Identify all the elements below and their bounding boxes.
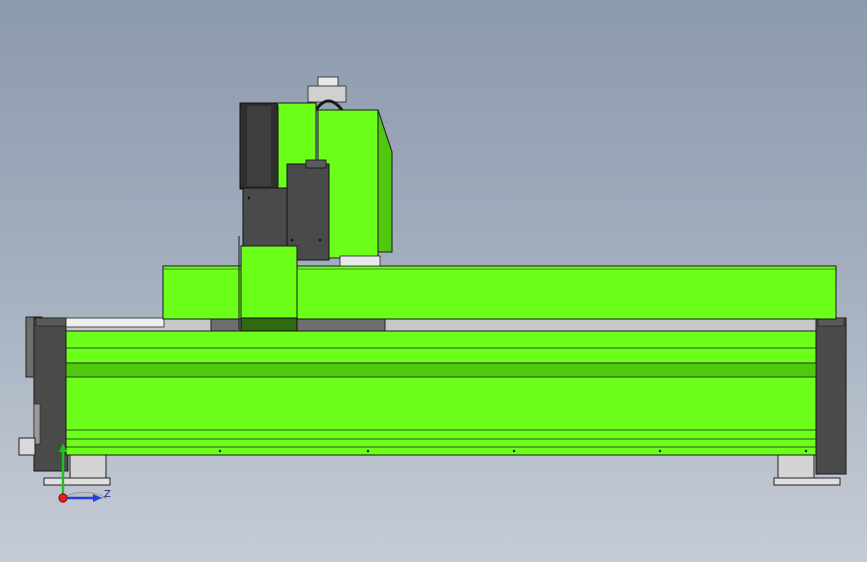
axis-label-z: Z [104, 489, 111, 500]
cad-viewport[interactable]: Y Z [0, 0, 867, 562]
machine-bed [65, 330, 817, 456]
axis-label-y: Y [53, 445, 61, 456]
cnc-router-model[interactable]: Y Z [0, 0, 867, 562]
top-rail [65, 317, 817, 333]
